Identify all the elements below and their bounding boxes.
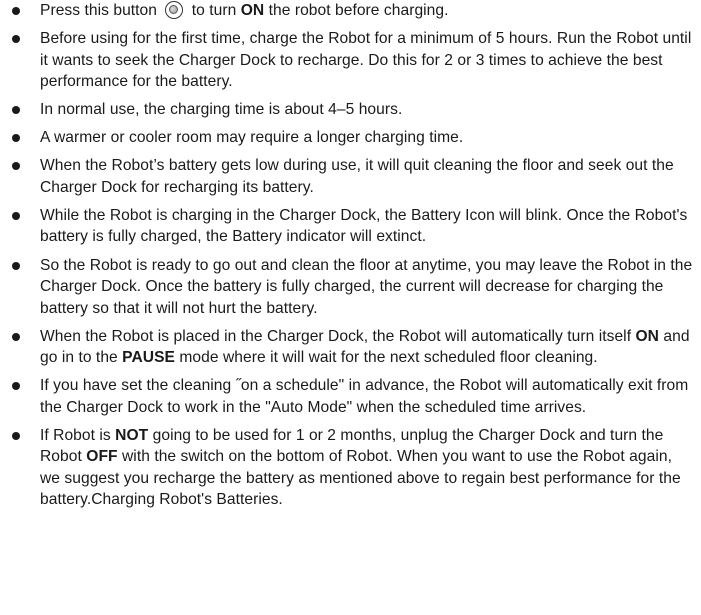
power-button-icon — [165, 1, 184, 19]
item-bold-text: ON — [240, 2, 265, 19]
item-bold-text: OFF — [86, 448, 118, 466]
list-item: In normal use, the charging time is abou… — [0, 99, 695, 121]
item-text: to turn — [191, 2, 237, 19]
bullet-icon — [12, 431, 20, 440]
bullet-list: Press this button to turn ON the robot b… — [0, 0, 695, 511]
item-text: with the switch on the bottom of Robot. … — [40, 448, 681, 509]
list-item: Before using for the first time, charge … — [0, 28, 695, 93]
item-text: mode where it will wait for the next sch… — [179, 349, 598, 367]
item-text: In normal use, the charging time is abou… — [40, 101, 403, 119]
bullet-icon — [12, 35, 20, 44]
item-text: If Robot is — [40, 426, 111, 444]
bullet-icon — [12, 7, 20, 15]
item-text: Press this button — [40, 2, 157, 19]
item-text: When the Robot is placed in the Charger … — [40, 327, 632, 345]
list-item: When the Robot is placed in the Charger … — [0, 326, 695, 369]
list-item: Press this button to turn ON the robot b… — [0, 0, 695, 22]
bullet-icon — [12, 134, 20, 143]
item-bold-text: PAUSE — [122, 349, 175, 367]
bullet-icon — [12, 382, 20, 391]
item-bold-text: ON — [635, 327, 659, 345]
item-text: When the Robot’s battery gets low during… — [40, 157, 674, 196]
bullet-icon — [12, 106, 20, 115]
list-item: If you have set the cleaning ˝on a sched… — [0, 375, 695, 418]
item-text: the robot before charging. — [268, 2, 449, 19]
item-text: A warmer or cooler room may require a lo… — [40, 129, 464, 147]
bullet-icon — [12, 332, 20, 341]
list-item: A warmer or cooler room may require a lo… — [0, 127, 695, 149]
list-item: So the Robot is ready to go out and clea… — [0, 255, 695, 320]
bullet-icon — [12, 261, 20, 270]
list-item: When the Robot’s battery gets low during… — [0, 155, 695, 198]
item-text: If you have set the cleaning ˝on a sched… — [40, 377, 689, 416]
item-text: While the Robot is charging in the Charg… — [40, 206, 688, 246]
list-item: If Robot is NOT going to be used for 1 o… — [0, 425, 695, 511]
item-text: Before using for the first time, charge … — [40, 30, 692, 91]
item-bold-text: NOT — [115, 426, 149, 444]
list-item: While the Robot is charging in the Charg… — [0, 205, 695, 248]
page: Press this button to turn ON the robot b… — [0, 0, 701, 615]
bullet-icon — [12, 211, 20, 220]
bullet-icon — [12, 162, 20, 171]
item-text: So the Robot is ready to go out and clea… — [40, 256, 693, 317]
